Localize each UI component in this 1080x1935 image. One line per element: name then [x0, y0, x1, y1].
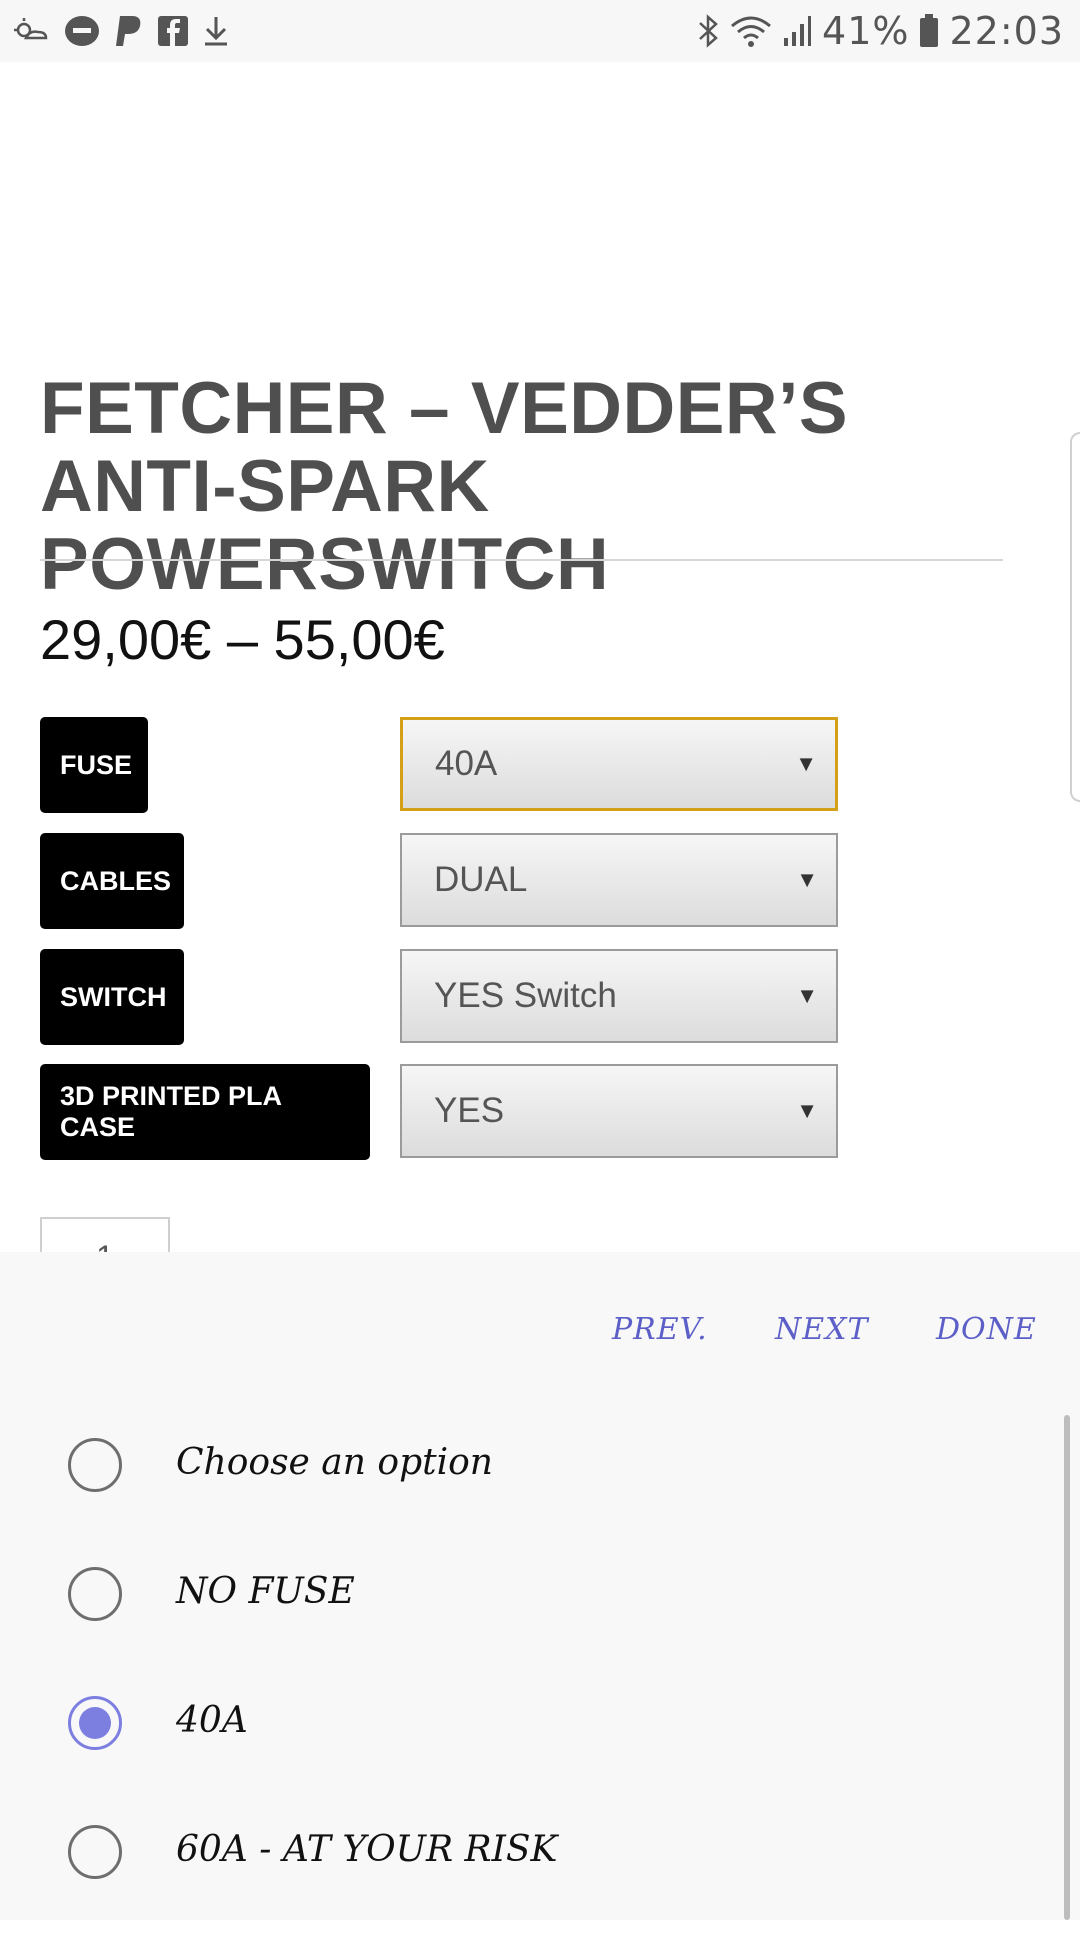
status-bar: 41% 22:03 [0, 0, 1080, 62]
picker-option-label: Choose an option [176, 1442, 493, 1483]
title-divider [40, 559, 1003, 561]
case-select[interactable]: YES ▼ [400, 1064, 838, 1158]
postnl-icon [64, 13, 100, 49]
product-page: FETCHER – VEDDER’S ANTI-SPARK POWERSWITC… [0, 62, 1080, 1252]
switch-select-value: YES Switch [434, 976, 617, 1015]
switch-select[interactable]: YES Switch ▼ [400, 949, 838, 1043]
price-range: 29,00€ – 55,00€ [40, 608, 445, 671]
clock: 22:03 [949, 9, 1064, 53]
option-row-cables: CABLES DUAL ▼ [40, 833, 840, 929]
facebook-icon [158, 16, 188, 46]
wifi-icon [730, 14, 772, 48]
paypal-icon [114, 14, 144, 48]
dropdown-caret-icon: ▼ [796, 983, 818, 1008]
quantity-input[interactable]: 1 [40, 1217, 170, 1252]
next-button[interactable]: NEXT [775, 1312, 869, 1347]
option-label-fuse: FUSE [40, 717, 148, 813]
case-select-value: YES [434, 1091, 505, 1130]
picker-option-label: NO FUSE [176, 1571, 355, 1612]
picker-option-label: 60A - AT YOUR RISK [176, 1829, 558, 1870]
option-label-cables: CABLES [40, 833, 184, 929]
picker-option-label: 40A [176, 1700, 248, 1741]
radio-button-selected[interactable] [68, 1696, 122, 1750]
fuse-select-value: 40A [435, 744, 498, 783]
picker-option-choose[interactable]: Choose an option [0, 1438, 1060, 1548]
product-title: FETCHER – VEDDER’S ANTI-SPARK POWERSWITC… [40, 368, 849, 605]
radio-button[interactable] [68, 1825, 122, 1879]
quantity-value: 1 [96, 1239, 114, 1252]
fuse-select[interactable]: 40A ▼ [400, 717, 838, 811]
option-row-switch: SWITCH YES Switch ▼ [40, 949, 840, 1045]
dropdown-caret-icon: ▼ [796, 867, 818, 892]
picker-option-60a[interactable]: 60A - AT YOUR RISK [0, 1825, 1060, 1935]
cables-select[interactable]: DUAL ▼ [400, 833, 838, 927]
download-icon [202, 15, 230, 47]
battery-icon [919, 14, 939, 48]
battery-percent: 41% [822, 9, 910, 53]
option-label-case: 3D PRINTED PLA CASE [40, 1064, 370, 1160]
edge-panel-handle[interactable] [1070, 432, 1080, 802]
dropdown-caret-icon: ▼ [796, 1098, 818, 1123]
bluetooth-icon [696, 13, 720, 49]
prev-button[interactable]: PREV. [612, 1312, 708, 1347]
radio-dot [79, 1707, 111, 1739]
option-row-fuse: FUSE 40A ▼ [40, 717, 840, 813]
option-label-switch: SWITCH [40, 949, 184, 1045]
picker-nav: PREV. NEXT DONE [0, 1312, 1080, 1362]
weather-icon [12, 16, 50, 46]
picker-scrollbar[interactable] [1064, 1415, 1070, 1920]
picker-option-no-fuse[interactable]: NO FUSE [0, 1567, 1060, 1677]
cables-select-value: DUAL [434, 860, 528, 899]
signal-icon [782, 14, 812, 48]
done-button[interactable]: DONE [936, 1312, 1037, 1347]
radio-button[interactable] [68, 1438, 122, 1492]
option-picker-sheet: PREV. NEXT DONE Choose an option NO FUSE… [0, 1252, 1080, 1920]
option-row-case: 3D PRINTED PLA CASE YES ▼ [40, 1064, 840, 1160]
picker-option-40a[interactable]: 40A [0, 1696, 1060, 1806]
dropdown-caret-icon: ▼ [795, 751, 817, 776]
radio-button[interactable] [68, 1567, 122, 1621]
